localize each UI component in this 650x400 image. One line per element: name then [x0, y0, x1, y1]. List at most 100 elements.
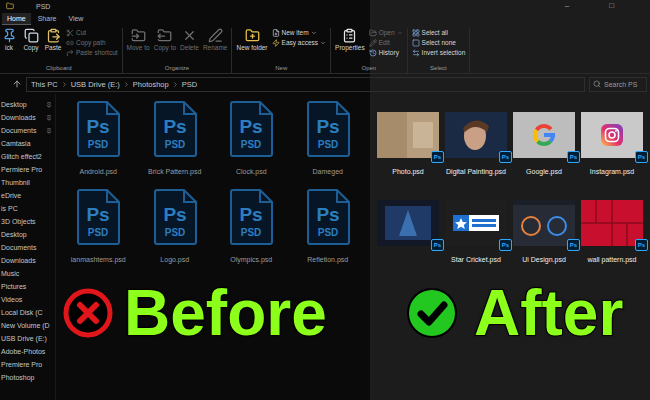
window-controls: –□	[559, 2, 644, 10]
navigation-item-label: Documents	[1, 127, 36, 134]
ribbon-small-button[interactable]: New item	[272, 29, 327, 37]
breadcrumb[interactable]: USB Drive (E:)	[71, 80, 120, 89]
ribbon-group-label: Clipboard	[0, 65, 118, 73]
navigation-item[interactable]: Pictures	[0, 280, 55, 293]
svg-text:PSD: PSD	[88, 227, 109, 238]
breadcrumb[interactable]: This PC	[31, 80, 58, 89]
ribbon-large-button[interactable]: Rename	[203, 28, 228, 51]
window-control-button[interactable]: □	[603, 2, 620, 10]
ribbon-group-label: Organize	[127, 65, 228, 73]
path-field[interactable]: This PC USB Drive (E:) Photoshop PSD	[26, 77, 585, 92]
ribbon-large-button[interactable]: Delete	[180, 28, 199, 51]
up-arrow-icon[interactable]	[12, 79, 22, 89]
navigation-item[interactable]: Adobe-Photos	[0, 345, 55, 358]
svg-text:Ps: Ps	[163, 204, 186, 225]
ribbon-small-button[interactable]: Easy access	[272, 39, 327, 47]
navigation-item[interactable]: Camtasia	[0, 137, 55, 150]
navigation-item[interactable]: Videos	[0, 293, 55, 306]
navigation-item[interactable]: Local Disk (C	[0, 306, 55, 319]
file-item[interactable]: PsInstagram.psd	[578, 100, 646, 176]
painting-thumbnail	[445, 112, 507, 158]
svg-text:Ps: Ps	[316, 116, 339, 137]
breadcrumb[interactable]: Photoshop	[133, 80, 169, 89]
ribbon-small-button[interactable]: Cut	[66, 29, 118, 37]
ribbon-button-icon	[66, 39, 74, 47]
ribbon-button-label: Copy to	[154, 44, 176, 51]
navigation-item[interactable]: Permiere Pro	[0, 163, 55, 176]
navigation-item[interactable]: eDrive	[0, 189, 55, 202]
check-circle-icon	[406, 287, 458, 339]
ribbon-large-button[interactable]: Paste	[44, 28, 62, 51]
navigation-item[interactable]: Downloads	[0, 111, 55, 124]
file-item[interactable]: PsPSDRefletion.psd	[290, 188, 367, 264]
ribbon-large-button[interactable]: Move to	[127, 28, 150, 51]
navigation-item[interactable]: Thumbnil	[0, 176, 55, 189]
file-item[interactable]: PsPSDAndroid.psd	[60, 100, 137, 176]
file-item[interactable]: PsPSDClock.psd	[213, 100, 290, 176]
svg-text:Ps: Ps	[240, 116, 263, 137]
navigation-item[interactable]: New Volume (D	[0, 319, 55, 332]
ribbon-button-icon	[46, 28, 61, 43]
ribbon-small-button[interactable]: Select none	[412, 39, 466, 47]
file-item[interactable]: PsUi Design.psd	[510, 188, 578, 264]
ribbon-button-icon	[66, 29, 74, 37]
ribbon-button-label: Delete	[180, 44, 199, 51]
ribbon-button-label: Invert selection	[422, 49, 466, 56]
ribbon-small-button[interactable]: History	[369, 49, 403, 57]
ribbon-small-button[interactable]: Open	[369, 29, 403, 37]
file-item[interactable]: PsGoogle.psd	[510, 100, 578, 176]
navigation-item[interactable]: Documents	[0, 124, 55, 137]
navigation-item[interactable]: Music	[0, 267, 55, 280]
navigation-item[interactable]: Desktop	[0, 228, 55, 241]
ribbon-small-button[interactable]: Invert selection	[412, 49, 466, 57]
file-item[interactable]: PsPhoto.psd	[374, 100, 442, 176]
navigation-item-label: Permiere Pro	[1, 166, 42, 173]
ribbon-button-label: Select none	[422, 39, 456, 46]
ribbon-small-button[interactable]: Edit	[369, 39, 403, 47]
ribbon-group: PropertiesOpenEditHistoryOpen	[331, 28, 408, 73]
ribbon-large-button[interactable]: Copy	[22, 28, 40, 51]
file-item[interactable]: PsStar Cricket.psd	[442, 188, 510, 264]
file-name: Brick Pattern.psd	[148, 168, 201, 176]
ribbon-tab[interactable]: View	[63, 13, 88, 25]
navigation-item[interactable]: Glitch effect2	[0, 150, 55, 163]
ribbon-button-icon	[157, 28, 172, 43]
navigation-pane: DesktopDownloadsDocumentsCamtasiaGlitch …	[0, 94, 56, 400]
ribbon-tab[interactable]: Home	[2, 13, 31, 25]
ribbon-small-button[interactable]: Select all	[412, 29, 466, 37]
ribbon-button-icon	[369, 39, 377, 47]
ribbon-large-button[interactable]: Properties	[335, 28, 365, 51]
ribbon-large-button[interactable]: Copy to	[154, 28, 176, 51]
file-item[interactable]: PsDigital Painting.psd	[442, 100, 510, 176]
ribbon-tab[interactable]: Share	[33, 13, 62, 25]
navigation-item[interactable]: is PC	[0, 202, 55, 215]
ribbon-large-button[interactable]: ick	[0, 28, 18, 51]
breadcrumb[interactable]: PSD	[182, 80, 197, 89]
ribbon-button-label: Paste shortcut	[76, 49, 118, 56]
file-item[interactable]: PsPSDLogo.psd	[137, 188, 214, 264]
file-item[interactable]: PsPSDianmashtems.psd	[60, 188, 137, 264]
file-thumbnail: Ps	[581, 112, 643, 158]
navigation-item[interactable]: Desktop	[0, 98, 55, 111]
ui-design-thumbnail	[513, 200, 575, 246]
file-thumbnail: Ps	[377, 200, 439, 246]
navigation-item-label: Desktop	[1, 231, 27, 238]
navigation-item[interactable]: Downloads	[0, 254, 55, 267]
file-item[interactable]: PsPSDOlympics.psd	[213, 188, 290, 264]
file-item[interactable]: Ps	[374, 188, 442, 264]
navigation-item[interactable]: Premiere Pro	[0, 358, 55, 371]
file-item[interactable]: Pswall pattern.psd	[578, 188, 646, 264]
search-field[interactable]: Search PS	[589, 77, 647, 92]
navigation-item[interactable]: 3D Objects	[0, 215, 55, 228]
ribbon-small-button[interactable]: Paste shortcut	[66, 49, 118, 57]
file-item[interactable]: PsPSDBrick Pattern.psd	[137, 100, 214, 176]
navigation-item[interactable]: Documents	[0, 241, 55, 254]
window-control-button[interactable]: –	[559, 2, 575, 10]
ribbon-large-button[interactable]: New folder	[236, 28, 267, 51]
navigation-item[interactable]: Photoshop	[0, 371, 55, 384]
file-item[interactable]: PsPSDDameged	[290, 100, 367, 176]
ribbon-small-button[interactable]: Copy path	[66, 39, 118, 47]
navigation-item-label: is PC	[1, 205, 18, 212]
folder-icon	[6, 2, 14, 10]
navigation-item[interactable]: USB Drive (E:)	[0, 332, 55, 345]
